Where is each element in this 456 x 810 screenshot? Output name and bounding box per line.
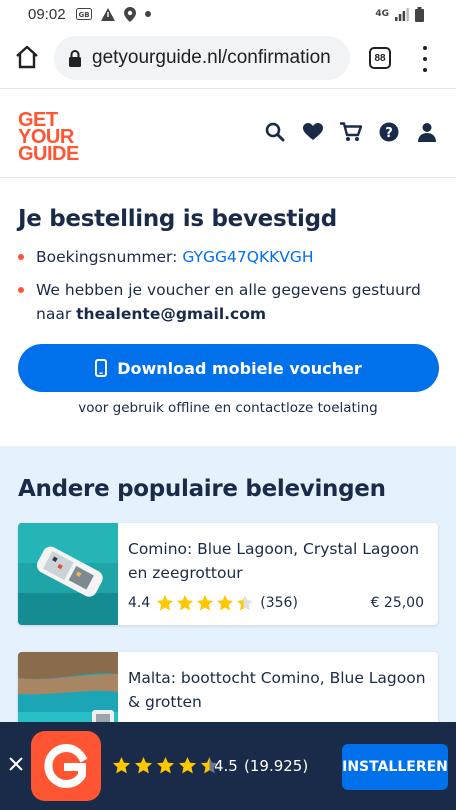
- experience-thumbnail: [18, 523, 118, 625]
- bullet-dot: [18, 287, 24, 293]
- warning-icon: [100, 7, 115, 21]
- download-voucher-label: Download mobiele voucher: [117, 358, 362, 378]
- home-button[interactable]: [14, 44, 40, 70]
- download-voucher-button[interactable]: Download mobiele voucher: [18, 344, 439, 392]
- star-icon: [237, 594, 254, 611]
- star-icon: [197, 594, 214, 611]
- voucher-sent-item: We hebben je voucher en alle gegevens ge…: [18, 278, 438, 326]
- app-rating-stars: [112, 756, 219, 775]
- booking-number-line: Boekingsnummer: GYGG47QKKVGH: [36, 245, 438, 269]
- booking-number-item: Boekingsnummer: GYGG47QKKVGH: [18, 245, 438, 269]
- experience-title: Malta: boottocht Comino, Blue Lagoon & g…: [128, 669, 426, 711]
- help-icon: ?: [379, 122, 399, 142]
- rating-stars: [156, 594, 254, 612]
- customer-email: thealente@gmail.com: [76, 305, 267, 323]
- star-icon: [157, 594, 174, 611]
- cart-icon: [340, 122, 362, 141]
- app-rating-count: (19.925): [244, 757, 309, 775]
- star-icon: [134, 756, 153, 774]
- status-bar: 09:02 GB 4G: [0, 0, 456, 28]
- star-icon: [217, 594, 234, 611]
- header-actions: ?: [264, 121, 438, 143]
- experience-card[interactable]: Comino: Blue Lagoon, Crystal Lagoon en z…: [18, 523, 438, 625]
- status-right-icons: 4G: [375, 6, 424, 22]
- browser-toolbar: getyourguide.nl/confirmation 88: [0, 28, 456, 88]
- address-bar[interactable]: getyourguide.nl/confirmation: [54, 36, 350, 80]
- user-icon: [418, 123, 436, 142]
- menu-dot: [423, 68, 427, 72]
- getyourguide-logo[interactable]: GET YOUR GUIDE: [18, 110, 79, 165]
- browser-menu-button[interactable]: [420, 46, 430, 72]
- battery-icon: [415, 6, 424, 22]
- location-icon: [123, 6, 136, 22]
- review-count: (356): [260, 595, 298, 611]
- menu-dot: [423, 57, 427, 61]
- url-text: getyourguide.nl/confirmation: [92, 47, 331, 68]
- install-button[interactable]: INSTALLEREN: [342, 744, 448, 790]
- mobile-phone-icon: [95, 359, 108, 377]
- svg-text:GB: GB: [78, 11, 89, 19]
- bullet-dot: [18, 254, 24, 260]
- tab-switcher-button[interactable]: 88: [369, 47, 391, 69]
- network-type: 4G: [375, 8, 389, 19]
- cart-button[interactable]: [340, 121, 362, 143]
- experience-rating: 4.4 (356): [128, 594, 298, 612]
- help-button[interactable]: ?: [378, 121, 400, 143]
- wishlist-button[interactable]: [302, 121, 324, 143]
- voucher-sent-line: We hebben je voucher en alle gegevens ge…: [36, 278, 438, 326]
- app-icon: [31, 731, 101, 801]
- heart-icon: [303, 123, 323, 140]
- section-title: Andere populaire belevingen: [18, 476, 386, 502]
- experience-title: Comino: Blue Lagoon, Crystal Lagoon en z…: [128, 540, 420, 582]
- star-icon: [112, 756, 131, 774]
- star-icon: [156, 756, 175, 774]
- page-title: Je bestelling is bevestigd: [18, 206, 337, 232]
- signal-icon: [395, 7, 409, 21]
- site-header: GET YOUR GUIDE ?: [0, 88, 456, 178]
- search-icon: [265, 122, 285, 142]
- menu-dot: [423, 46, 427, 50]
- account-button[interactable]: [416, 121, 438, 143]
- booking-number-label: Boekingsnummer:: [36, 248, 178, 266]
- experience-price: € 25,00: [370, 595, 424, 611]
- star-icon: [177, 594, 194, 611]
- search-button[interactable]: [264, 121, 286, 143]
- app-rating-score: 4.5: [214, 757, 238, 775]
- close-icon[interactable]: [8, 756, 24, 772]
- download-note: voor gebruik offline en contactloze toel…: [78, 400, 378, 416]
- star-icon: [178, 756, 197, 774]
- svg-text:?: ?: [385, 126, 393, 141]
- home-icon: [16, 45, 38, 69]
- booking-number-link[interactable]: GYGG47QKKVGH: [182, 248, 313, 266]
- status-notification-icons: GB: [75, 6, 151, 22]
- gb-notification-icon: GB: [75, 8, 92, 20]
- confirmation-section: Je bestelling is bevestigd Boekingsnumme…: [0, 178, 456, 446]
- lock-icon: [69, 50, 81, 67]
- app-install-banner: 4.5 (19.925) INSTALLEREN: [0, 722, 456, 810]
- dot-icon: [144, 11, 151, 17]
- logo-line: GUIDE: [18, 143, 79, 165]
- status-time: 09:02: [28, 5, 66, 23]
- rating-score: 4.4: [128, 595, 151, 611]
- app-logo-icon: [44, 744, 88, 788]
